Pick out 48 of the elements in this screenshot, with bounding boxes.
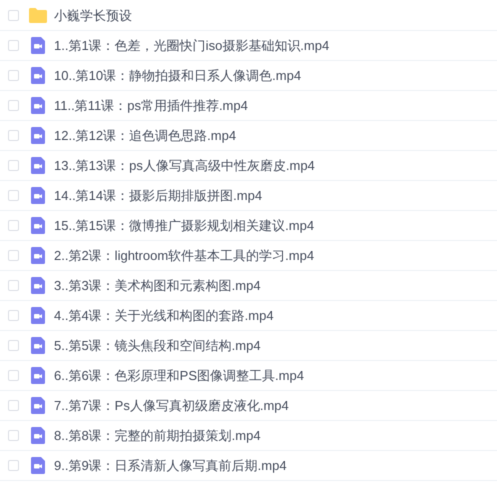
file-name[interactable]: 14..第14课：摄影后期排版拼图.mp4	[54, 186, 262, 206]
checkbox[interactable]	[8, 70, 19, 81]
file-name[interactable]: 5..第5课：镜头焦段和空间结构.mp4	[54, 336, 261, 356]
checkbox[interactable]	[8, 370, 19, 381]
file-name[interactable]: 4..第4课：关于光线和构图的套路.mp4	[54, 306, 274, 326]
checkbox[interactable]	[8, 160, 19, 171]
checkbox[interactable]	[8, 220, 19, 231]
video-file-icon	[31, 37, 45, 54]
checkbox[interactable]	[8, 250, 19, 261]
checkbox[interactable]	[8, 190, 19, 201]
video-file-icon	[31, 367, 45, 384]
file-name[interactable]: 小巍学长预设	[54, 6, 132, 26]
file-name[interactable]: 11..第11课：ps常用插件推荐.mp4	[54, 96, 248, 116]
video-file-icon	[31, 307, 45, 324]
checkbox[interactable]	[8, 460, 19, 471]
folder-icon	[29, 8, 47, 23]
checkbox[interactable]	[8, 340, 19, 351]
video-file-icon	[31, 127, 45, 144]
checkbox[interactable]	[8, 280, 19, 291]
video-file-icon	[31, 427, 45, 444]
file-name[interactable]: 15..第15课：微博推广摄影规划相关建议.mp4	[54, 216, 314, 236]
file-name[interactable]: 6..第6课：色彩原理和PS图像调整工具.mp4	[54, 366, 304, 386]
video-file-icon	[31, 217, 45, 234]
file-name[interactable]: 7..第7课：Ps人像写真初级磨皮液化.mp4	[54, 396, 289, 416]
file-name[interactable]: 1..第1课：色差，光圈快门iso摄影基础知识.mp4	[54, 36, 330, 56]
file-name[interactable]: 9..第9课：日系清新人像写真前后期.mp4	[54, 456, 287, 476]
file-name[interactable]: 10..第10课：静物拍摄和日系人像调色.mp4	[54, 66, 302, 86]
file-name[interactable]: 12..第12课：追色调色思路.mp4	[54, 126, 236, 146]
checkbox[interactable]	[8, 40, 19, 51]
checkbox[interactable]	[8, 10, 19, 21]
checkbox[interactable]	[8, 400, 19, 411]
checkbox[interactable]	[8, 430, 19, 441]
checkbox[interactable]	[8, 130, 19, 141]
file-name[interactable]: 2..第2课：lightroom软件基本工具的学习.mp4	[54, 246, 314, 266]
file-name[interactable]: 8..第8课：完整的前期拍摄策划.mp4	[54, 426, 261, 446]
video-file-icon	[31, 97, 45, 114]
video-file-icon	[31, 457, 45, 474]
video-file-icon	[31, 397, 45, 414]
file-name[interactable]: 13..第13课：ps人像写真高级中性灰磨皮.mp4	[54, 156, 315, 176]
video-file-icon	[31, 247, 45, 264]
video-file-icon	[31, 187, 45, 204]
file-name[interactable]: 3..第3课：美术构图和元素构图.mp4	[54, 276, 261, 296]
checkbox[interactable]	[8, 100, 19, 111]
video-file-icon	[31, 277, 45, 294]
video-file-icon	[31, 157, 45, 174]
checkbox[interactable]	[8, 310, 19, 321]
video-file-icon	[31, 337, 45, 354]
video-file-icon	[31, 67, 45, 84]
